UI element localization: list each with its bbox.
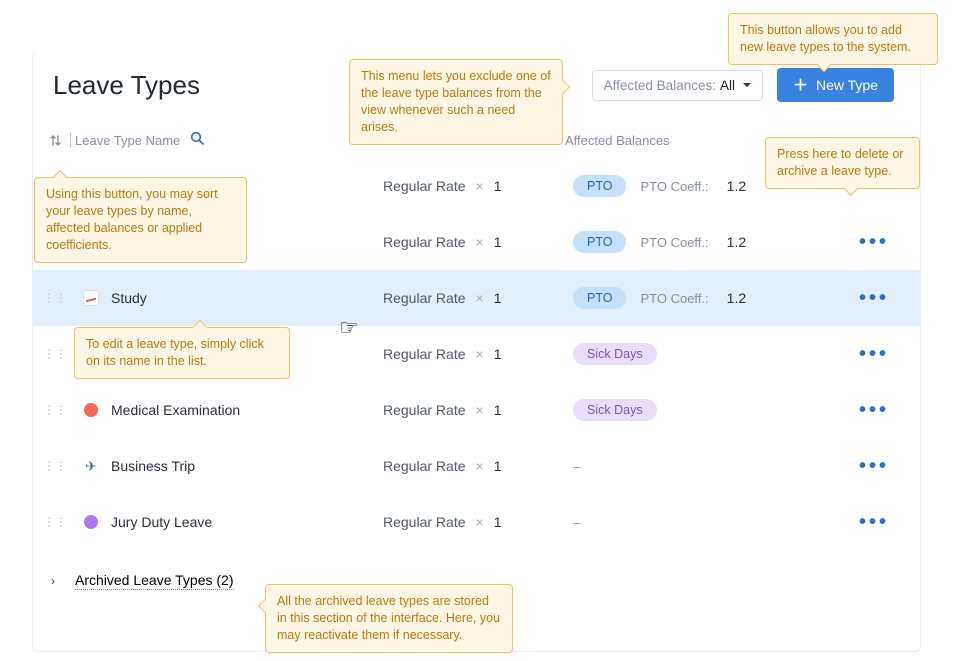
leave-type-icon — [71, 290, 111, 306]
rate-label: Regular Rate — [383, 178, 466, 194]
row-actions-button[interactable]: ••• — [859, 232, 889, 252]
rate-times: × — [476, 346, 484, 362]
search-icon[interactable] — [190, 131, 205, 149]
rate-value: 1 — [494, 234, 502, 250]
new-type-label: New Type — [816, 77, 878, 93]
header-actions: Affected Balances: All ＋ New Type — [592, 68, 894, 102]
rate-value: 1 — [494, 178, 502, 194]
rate-times: × — [476, 290, 484, 306]
sick-days-pill: Sick Days — [573, 399, 657, 421]
leave-type-name[interactable]: Business Trip — [111, 458, 383, 474]
chevron-right-icon[interactable]: › — [51, 574, 63, 588]
archived-toggle[interactable]: Archived Leave Types (2) — [75, 572, 234, 590]
rate-label: Regular Rate — [383, 346, 466, 362]
affected-balances: PTO PTO Coeff.: 1.2 — [573, 287, 846, 309]
default-rate: Regular Rate × 1 — [383, 402, 573, 418]
sort-button[interactable] — [43, 134, 67, 147]
default-rate: Regular Rate × 1 — [383, 514, 573, 530]
row-actions-button[interactable]: ••• — [859, 456, 889, 476]
drag-handle[interactable]: ⋮⋮ — [43, 515, 61, 529]
pto-pill: PTO — [573, 231, 626, 253]
leave-type-icon — [71, 403, 111, 417]
coeff-value: 1.2 — [727, 178, 746, 194]
dot-icon — [84, 403, 98, 417]
affected-balances: – — [573, 458, 846, 474]
sick-days-pill: Sick Days — [573, 343, 657, 365]
rate-times: × — [476, 458, 484, 474]
coeff-value: 1.2 — [727, 234, 746, 250]
row-actions-button[interactable]: ••• — [859, 344, 889, 364]
coeff-label: PTO Coeff.: — [640, 235, 708, 250]
coeff-label: PTO Coeff.: — [640, 179, 708, 194]
callout-filter: This menu lets you exclude one of the le… — [349, 59, 563, 145]
rate-label: Regular Rate — [383, 514, 466, 530]
row-actions-button[interactable]: ••• — [859, 400, 889, 420]
rate-value: 1 — [494, 402, 502, 418]
affected-balances-filter[interactable]: Affected Balances: All — [592, 70, 763, 101]
filter-value: All — [720, 78, 735, 93]
pto-pill: PTO — [573, 175, 626, 197]
rate-value: 1 — [494, 514, 502, 530]
default-rate: Regular Rate × 1 — [383, 346, 573, 362]
new-type-button[interactable]: ＋ New Type — [777, 68, 894, 102]
rate-label: Regular Rate — [383, 458, 466, 474]
drag-handle[interactable]: ⋮⋮ — [43, 347, 61, 361]
leave-type-icon — [71, 515, 111, 529]
chevron-down-icon — [743, 83, 751, 87]
rate-value: 1 — [494, 346, 502, 362]
affected-balances: PTO PTO Coeff.: 1.2 — [573, 231, 846, 253]
rate-label: Regular Rate — [383, 402, 466, 418]
default-rate: Regular Rate × 1 — [383, 290, 573, 306]
coeff-value: 1.2 — [727, 290, 746, 306]
plane-icon: ✈ — [85, 458, 97, 475]
callout-edit-name: To edit a leave type, simply click on it… — [74, 327, 290, 379]
affected-balances: Sick Days — [573, 399, 846, 421]
drag-handle[interactable]: ⋮⋮ — [43, 291, 61, 305]
divider — [70, 132, 71, 148]
callout-new-type: This button allows you to add new leave … — [728, 13, 938, 65]
rate-value: 1 — [494, 290, 502, 306]
hand-cursor-icon: ☜ — [339, 315, 359, 341]
leave-type-name[interactable]: Medical Examination — [111, 402, 383, 418]
rate-times: × — [476, 402, 484, 418]
page-title: Leave Types — [53, 70, 200, 101]
table-row: ⋮⋮ StudyRegular Rate × 1 PTO PTO Coeff.: 1.2 ••… — [33, 270, 920, 326]
rate-value: 1 — [494, 458, 502, 474]
default-rate: Regular Rate × 1 — [383, 234, 573, 250]
filter-label: Affected Balances: — [604, 78, 716, 93]
leave-type-name[interactable]: Jury Duty Leave — [111, 514, 383, 530]
sort-icon — [49, 134, 62, 147]
dot-icon — [84, 515, 98, 529]
no-balance: – — [573, 514, 581, 530]
default-rate: Regular Rate × 1 — [383, 458, 573, 474]
table-row: ⋮⋮ Medical ExaminationRegular Rate × 1 Sick … — [33, 382, 920, 438]
row-actions-button[interactable]: ••• — [859, 288, 889, 308]
callout-sort: Using this button, you may sort your lea… — [34, 177, 247, 263]
rate-label: Regular Rate — [383, 234, 466, 250]
drag-handle[interactable]: ⋮⋮ — [43, 459, 61, 473]
plus-icon: ＋ — [793, 78, 808, 93]
rate-times: × — [476, 178, 484, 194]
no-balance: – — [573, 458, 581, 474]
affected-balances: – — [573, 514, 846, 530]
chart-icon — [83, 290, 99, 306]
callout-archived: All the archived leave types are stored … — [265, 584, 513, 653]
drag-handle[interactable]: ⋮⋮ — [43, 403, 61, 417]
default-rate: Regular Rate × 1 — [383, 178, 573, 194]
rate-label: Regular Rate — [383, 290, 466, 306]
pto-pill: PTO — [573, 287, 626, 309]
row-actions-button[interactable]: ••• — [859, 512, 889, 532]
table-row: ⋮⋮ Jury Duty LeaveRegular Rate × 1 – ••• — [33, 494, 920, 550]
coeff-label: PTO Coeff.: — [640, 291, 708, 306]
table-row: ⋮⋮ ✈ Business TripRegular Rate × 1 – ••• — [33, 438, 920, 494]
leave-type-icon: ✈ — [71, 458, 111, 475]
leave-type-name[interactable]: Study — [111, 290, 383, 306]
rate-times: × — [476, 234, 484, 250]
col-name-header: Leave Type Name — [75, 133, 180, 148]
callout-row-actions: Press here to delete or archive a leave … — [765, 137, 920, 189]
affected-balances: Sick Days — [573, 343, 846, 365]
rate-times: × — [476, 514, 484, 530]
